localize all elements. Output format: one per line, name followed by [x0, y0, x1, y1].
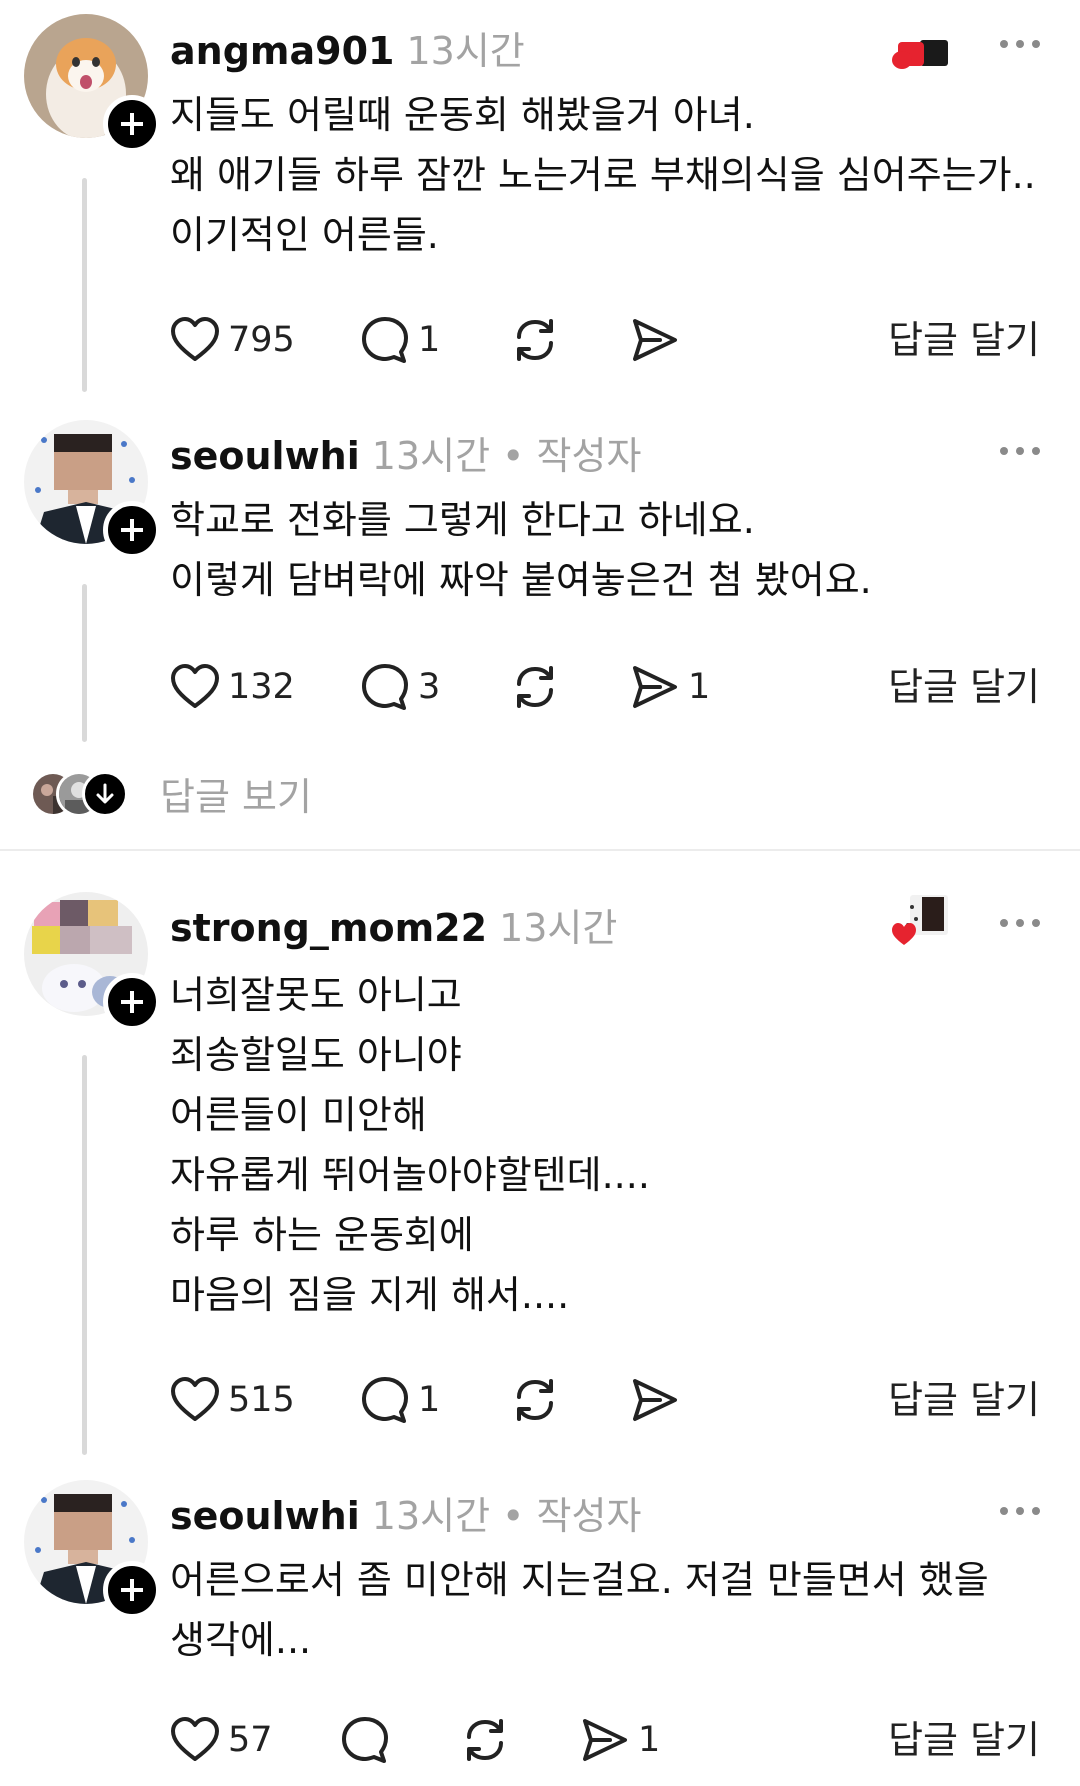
- repost-icon: [517, 666, 553, 708]
- share-count: 1: [688, 667, 711, 707]
- action-bar: 515 1 답글 달기: [170, 1370, 1040, 1430]
- comment-header: strong_mom22 13시간: [170, 897, 617, 952]
- repost-icon: [467, 1719, 503, 1761]
- share-icon: [633, 1379, 677, 1421]
- comment-count: 1: [418, 320, 441, 360]
- follow-plus-icon[interactable]: [103, 95, 161, 153]
- comment-text: 어른으로서 좀 미안해 지는걸요. 저걸 만들면서 했을: [170, 1558, 989, 1602]
- comment-button[interactable]: 3: [360, 657, 440, 717]
- repost-button[interactable]: [510, 310, 560, 370]
- heart-icon: [171, 1377, 219, 1421]
- timestamp: 13시간: [371, 434, 491, 478]
- share-icon: [583, 1719, 627, 1761]
- comment-header: seoulwhi 13시간 • 작성자: [170, 425, 641, 480]
- share-button[interactable]: [630, 310, 680, 370]
- arrow-down-icon: [82, 770, 128, 817]
- view-replies-button[interactable]: 답글 보기: [30, 766, 312, 821]
- comment-text: 마음의 짐을 지게 해서....: [170, 1273, 570, 1317]
- comment-header: seoulwhi 13시간 • 작성자: [170, 1485, 641, 1540]
- username[interactable]: seoulwhi: [170, 1494, 360, 1538]
- like-count: 515: [228, 1380, 295, 1420]
- share-count: 1: [638, 1720, 661, 1760]
- more-icon[interactable]: [1000, 445, 1040, 457]
- comment-button[interactable]: 1: [360, 310, 440, 370]
- thread-line: [82, 584, 87, 742]
- action-bar: 795 1 답글 달기: [170, 310, 1040, 370]
- divider: [0, 849, 1080, 851]
- action-bar: 132 3 1 답글 달기: [170, 657, 1040, 717]
- comment-count: 3: [418, 667, 441, 707]
- repost-icon: [517, 319, 553, 361]
- comment-text: 이기적인 어른들.: [170, 213, 439, 257]
- reply-button[interactable]: 답글 달기: [888, 1710, 1040, 1770]
- comment-text: 자유롭게 뛰어놀아야할텐데....: [170, 1153, 650, 1197]
- comment-text: 지들도 어릴때 운동회 해봤을거 아녀.: [170, 93, 755, 137]
- heart-icon: [171, 1717, 219, 1761]
- follow-plus-icon[interactable]: [103, 973, 161, 1031]
- comment-icon: [362, 1377, 408, 1423]
- repost-button[interactable]: [510, 657, 560, 717]
- like-button[interactable]: 57: [170, 1710, 273, 1770]
- heart-icon: [171, 317, 219, 361]
- timestamp: 13시간: [371, 1494, 491, 1538]
- reply-button[interactable]: 답글 달기: [888, 1370, 1040, 1430]
- comment-icon: [362, 317, 408, 363]
- repost-icon: [517, 1379, 553, 1421]
- reply-button[interactable]: 답글 달기: [888, 657, 1040, 717]
- follow-plus-icon[interactable]: [103, 1561, 161, 1619]
- author-tag: • 작성자: [502, 1494, 642, 1538]
- comment-header: angma901 13시간: [170, 20, 525, 75]
- view-replies-label: 답글 보기: [160, 775, 312, 819]
- more-icon[interactable]: [1000, 917, 1040, 929]
- like-count: 57: [228, 1720, 273, 1760]
- comment-text: 하루 하는 운동회에: [170, 1213, 474, 1257]
- comment-text: 죄송할일도 아니야: [170, 1033, 462, 1077]
- comment-text: 생각에...: [170, 1618, 312, 1662]
- thread-line: [82, 178, 87, 392]
- reply-button[interactable]: 답글 달기: [888, 310, 1040, 370]
- comment-count: 1: [418, 1380, 441, 1420]
- share-icon: [633, 666, 677, 708]
- share-button[interactable]: 1: [630, 657, 710, 717]
- comment-icon: [342, 1717, 388, 1763]
- comment-icon: [362, 664, 408, 710]
- more-icon[interactable]: [1000, 38, 1040, 50]
- heart-icon: [171, 664, 219, 708]
- comment-text: 너희잘못도 아니고: [170, 973, 462, 1017]
- action-bar: 57 1 답글 달기: [170, 1710, 1040, 1770]
- share-icon: [633, 319, 677, 361]
- timestamp: 13시간: [499, 906, 618, 950]
- like-count: 132: [228, 667, 295, 707]
- like-button[interactable]: 132: [170, 657, 295, 717]
- share-button[interactable]: 1: [580, 1710, 660, 1770]
- badge-sticker: [890, 893, 952, 953]
- repost-button[interactable]: [510, 1370, 560, 1430]
- badge-sticker: [890, 36, 952, 76]
- username[interactable]: seoulwhi: [170, 434, 360, 478]
- like-button[interactable]: 515: [170, 1370, 295, 1430]
- username[interactable]: strong_mom22: [170, 906, 487, 950]
- follow-plus-icon[interactable]: [103, 501, 161, 559]
- thread-line: [82, 1055, 87, 1455]
- like-button[interactable]: 795: [170, 310, 295, 370]
- timestamp: 13시간: [406, 29, 525, 73]
- like-count: 795: [228, 320, 295, 360]
- author-tag: • 작성자: [502, 434, 642, 478]
- repost-button[interactable]: [460, 1710, 510, 1770]
- comment-text: 왜 애기들 하루 잠깐 노는거로 부채의식을 심어주는가..: [170, 153, 1036, 197]
- share-button[interactable]: [630, 1370, 680, 1430]
- comment-text: 학교로 전화를 그렇게 한다고 하네요.: [170, 498, 755, 542]
- comment-text: 어른들이 미안해: [170, 1093, 427, 1137]
- comment-button[interactable]: [340, 1710, 398, 1770]
- comment-button[interactable]: 1: [360, 1370, 440, 1430]
- comment-text: 이렇게 담벼락에 짜악 붙여놓은건 첨 봤어요.: [170, 558, 872, 602]
- more-icon[interactable]: [1000, 1505, 1040, 1517]
- username[interactable]: angma901: [170, 29, 394, 73]
